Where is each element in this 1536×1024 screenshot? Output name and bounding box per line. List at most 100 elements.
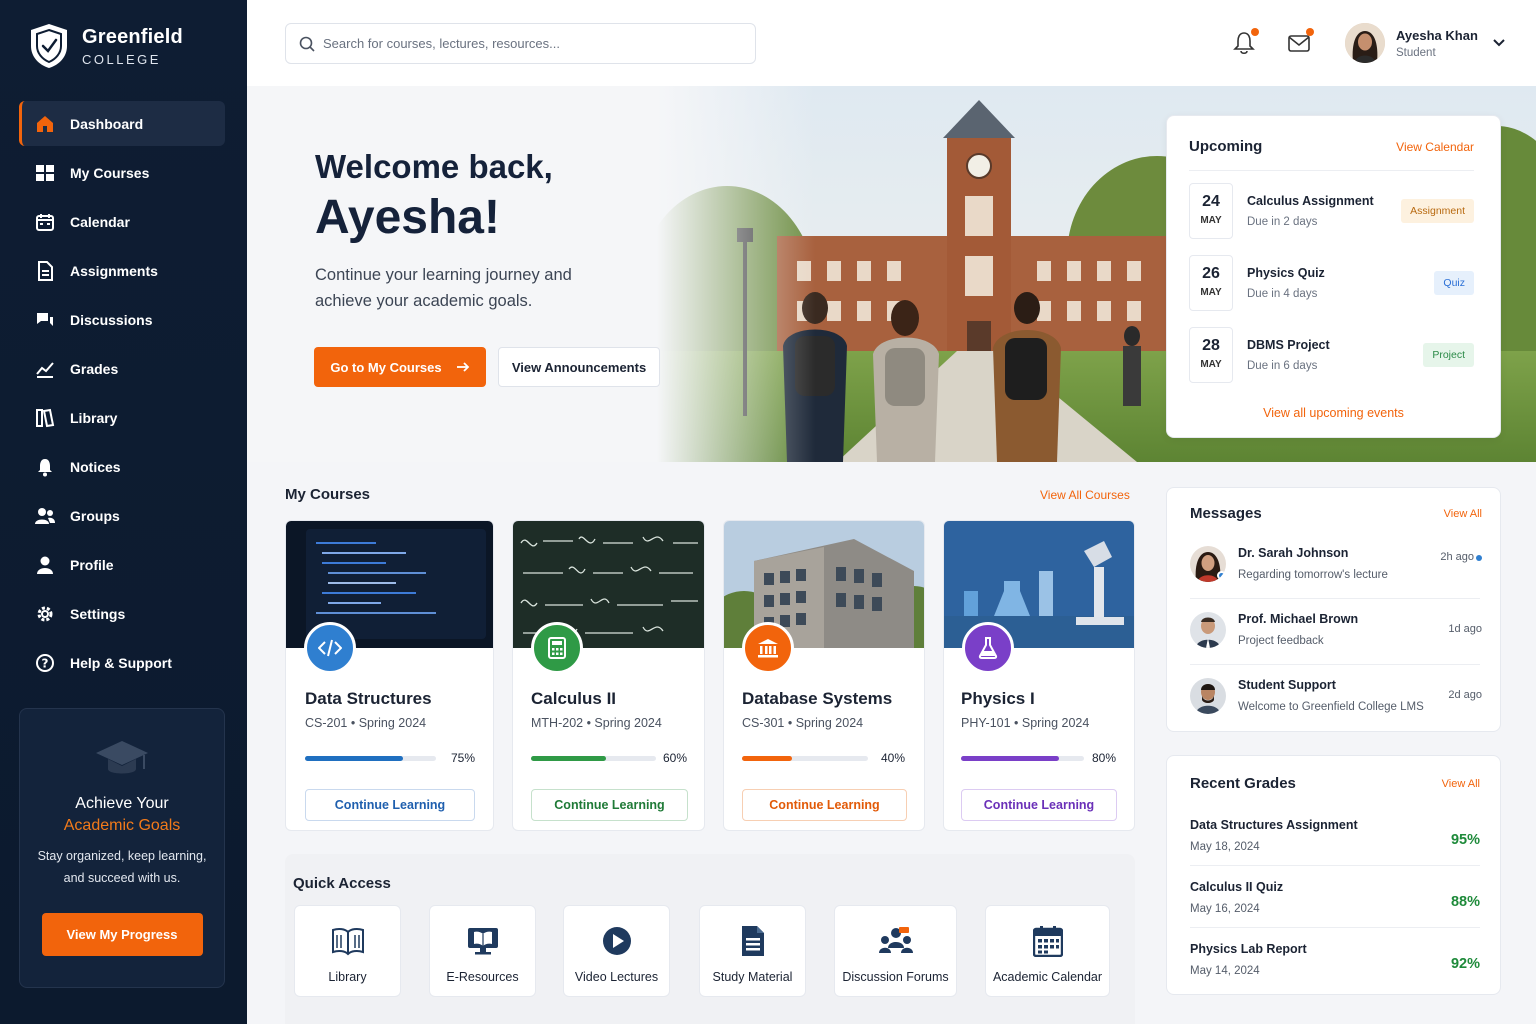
progress-fill — [961, 756, 1060, 761]
sidebar-item-label: Dashboard — [70, 115, 144, 132]
course-card-database-systems[interactable]: Database Systems CS-301 • Spring 2024 40… — [723, 520, 925, 831]
project-tag: Project — [1423, 343, 1474, 367]
sidebar-item-my-courses[interactable]: My Courses — [19, 150, 225, 195]
view-calendar-link[interactable]: View Calendar — [1396, 140, 1474, 154]
upcoming-item[interactable]: 26 MAY Physics Quiz Due in 4 days Quiz — [1189, 253, 1474, 313]
document-icon — [736, 924, 770, 958]
progress-fill — [531, 756, 606, 761]
go-to-courses-button[interactable]: Go to My Courses — [314, 347, 486, 387]
upcoming-item[interactable]: 24 MAY Calculus Assignment Due in 2 days A… — [1189, 181, 1474, 241]
groups-icon — [34, 505, 56, 527]
grade-item-name: Calculus II Quiz — [1190, 880, 1284, 894]
quick-discussion-forums[interactable]: Discussion Forums — [834, 905, 957, 997]
sidebar-item-label: Grades — [70, 360, 119, 377]
monitor-book-icon — [466, 924, 500, 958]
message-sender: Prof. Michael Brown — [1238, 612, 1359, 626]
profile-icon — [34, 554, 56, 576]
search-box[interactable] — [285, 23, 756, 64]
code-icon — [304, 622, 356, 674]
sidebar-item-calendar[interactable]: Calendar — [19, 199, 225, 244]
sidebar-item-groups[interactable]: Groups — [19, 493, 225, 538]
upcoming-item-title: Physics Quiz — [1247, 266, 1325, 280]
sidebar-item-dashboard[interactable]: Dashboard — [19, 101, 225, 146]
message-item[interactable]: Prof. Michael Brown Project feedback 1d a… — [1190, 612, 1482, 672]
view-all-messages-link[interactable]: View All — [1444, 508, 1482, 520]
brand[interactable]: Greenfield COLLEGE — [28, 22, 183, 70]
flask-icon — [962, 622, 1014, 674]
grade-row[interactable]: Physics Lab Report May 14, 2024 92% — [1190, 942, 1480, 1000]
sidebar-item-label: Notices — [70, 458, 121, 475]
user-name: Ayesha Khan — [1396, 27, 1478, 43]
chevron-down-icon[interactable] — [1492, 36, 1506, 50]
grade-score: 95% — [1450, 832, 1480, 848]
grade-item-date: May 16, 2024 — [1190, 903, 1260, 915]
continue-learning-button[interactable]: Continue Learning — [305, 789, 475, 821]
brand-sub: COLLEGE — [82, 51, 161, 67]
grade-row[interactable]: Data Structures Assignment May 18, 2024 … — [1190, 818, 1480, 876]
quick-label: Library — [328, 970, 367, 984]
quick-study-material[interactable]: Study Material — [699, 905, 806, 997]
course-code: PHY-101 • Spring 2024 — [961, 716, 1090, 730]
unread-dot — [1476, 555, 1482, 561]
continue-learning-button[interactable]: Continue Learning — [961, 789, 1117, 821]
quick-library[interactable]: Library — [294, 905, 401, 997]
avatar — [1345, 23, 1385, 63]
sidebar-item-profile[interactable]: Profile — [19, 542, 225, 587]
view-announcements-button[interactable]: View Announcements — [498, 347, 660, 387]
course-card-physics[interactable]: Physics I PHY-101 • Spring 2024 80% Cont… — [943, 520, 1135, 831]
promo-title: Achieve Your — [75, 795, 169, 812]
date-box: 28 MAY — [1189, 327, 1233, 383]
welcome-name: Ayesha! — [315, 191, 500, 244]
progress-promo-card: Achieve Your Academic Goals Stay organiz… — [19, 708, 225, 988]
notifications-button[interactable] — [1231, 28, 1259, 56]
user-menu[interactable]: Ayesha Khan Student — [1345, 23, 1506, 63]
message-time: 2d ago — [1448, 689, 1482, 701]
progress-percent: 75% — [451, 751, 476, 765]
course-card-calculus[interactable]: Calculus II MTH-202 • Spring 2024 60% Co… — [512, 520, 705, 831]
sidebar-item-label: Assignments — [70, 262, 158, 279]
messages-title: Messages — [1190, 505, 1262, 522]
assignment-tag: Assignment — [1401, 199, 1474, 223]
message-time: 2h ago — [1440, 551, 1474, 563]
bell-icon — [34, 456, 56, 478]
sidebar-item-discussions[interactable]: Discussions — [19, 297, 225, 342]
continue-learning-button[interactable]: Continue Learning — [531, 789, 688, 821]
message-item[interactable]: Dr. Sarah Johnson Regarding tomorrow's le… — [1190, 546, 1482, 606]
upcoming-item-title: DBMS Project — [1247, 338, 1330, 352]
progress-percent: 80% — [1092, 751, 1117, 765]
sidebar-item-grades[interactable]: Grades — [19, 346, 225, 391]
quick-video-lectures[interactable]: Video Lectures — [563, 905, 670, 997]
course-card-data-structures[interactable]: Data Structures CS-201 • Spring 2024 75%… — [285, 520, 494, 831]
quick-academic-calendar[interactable]: Academic Calendar — [985, 905, 1110, 997]
brand-name: Greenfield — [82, 25, 183, 48]
top-bar: Ayesha Khan Student — [247, 0, 1536, 86]
date-day: 28 — [1202, 337, 1220, 354]
course-code: CS-201 • Spring 2024 — [305, 716, 427, 730]
sidebar-item-settings[interactable]: Settings — [19, 591, 225, 636]
view-all-courses-link[interactable]: View All Courses — [1040, 488, 1130, 502]
svg-text:?: ? — [42, 656, 49, 670]
continue-learning-button[interactable]: Continue Learning — [742, 789, 907, 821]
upcoming-item-due: Due in 2 days — [1247, 216, 1318, 228]
quick-label: Discussion Forums — [842, 970, 949, 984]
search-input[interactable] — [323, 36, 723, 51]
view-progress-button[interactable]: View My Progress — [41, 913, 203, 956]
view-all-events-link[interactable]: View all upcoming events — [1167, 406, 1500, 420]
sidebar-item-help[interactable]: ? Help & Support — [19, 640, 225, 685]
messages-button[interactable] — [1286, 28, 1314, 56]
grade-row[interactable]: Calculus II Quiz May 16, 2024 88% — [1190, 880, 1480, 938]
progress-percent: 60% — [663, 751, 688, 765]
go-to-courses-label: Go to My Courses — [330, 359, 442, 375]
sidebar-item-label: Settings — [70, 605, 126, 622]
sidebar-item-label: Calendar — [70, 213, 130, 230]
sidebar-item-assignments[interactable]: Assignments — [19, 248, 225, 293]
sidebar-item-notices[interactable]: Notices — [19, 444, 225, 489]
sidebar-item-library[interactable]: Library — [19, 395, 225, 440]
message-item[interactable]: Student Support Welcome to Greenfield Col… — [1190, 678, 1482, 738]
grade-score: 88% — [1450, 894, 1480, 910]
message-preview: Project feedback — [1238, 635, 1324, 647]
quick-e-resources[interactable]: E-Resources — [429, 905, 536, 997]
upcoming-item[interactable]: 28 MAY DBMS Project Due in 6 days Project — [1189, 325, 1474, 385]
message-dot — [1306, 28, 1314, 36]
view-all-grades-link[interactable]: View All — [1442, 778, 1480, 790]
